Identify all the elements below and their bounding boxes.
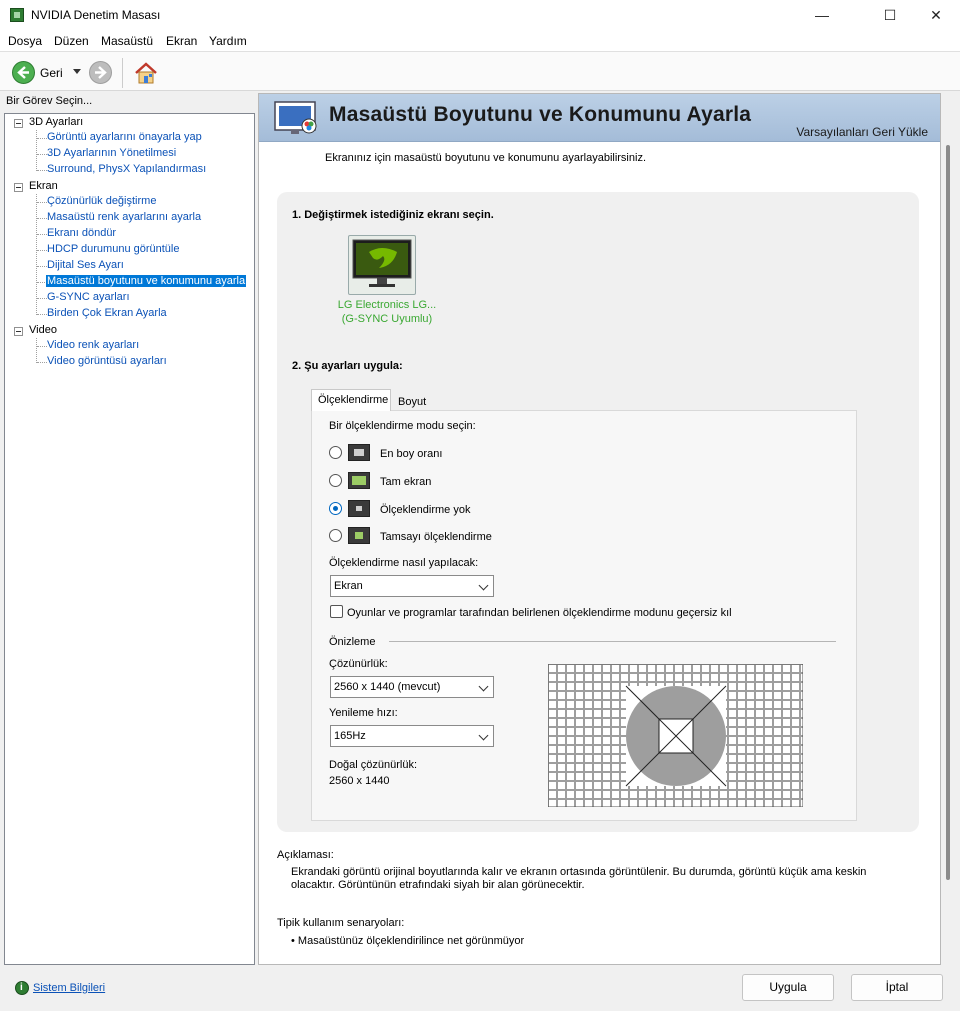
menu-duzen[interactable]: Düzen — [54, 34, 89, 48]
tree-item-rotate-display[interactable]: Ekranı döndür — [46, 227, 117, 239]
perform-scaling-select[interactable]: Ekran — [330, 575, 494, 597]
page-title: Masaüstü Boyutunu ve Konumunu Ayarla — [329, 103, 752, 126]
tree-item-change-resolution[interactable]: Çözünürlük değiştirme — [46, 195, 157, 207]
display-selector[interactable] — [348, 235, 416, 295]
refresh-rate-select[interactable]: 165Hz — [330, 725, 494, 747]
home-icon[interactable] — [133, 60, 159, 86]
display-name[interactable]: LG Electronics LG... — [323, 298, 451, 312]
close-button[interactable]: ✕ — [913, 0, 959, 31]
cancel-button[interactable]: İptal — [851, 974, 943, 1001]
task-panel-header: Bir Görev Seçin... — [6, 95, 93, 107]
chevron-down-icon — [478, 730, 489, 741]
monitor-icon — [352, 239, 412, 287]
scaling-preview-image — [548, 664, 803, 807]
refresh-rate-label: Yenileme hızı: — [329, 707, 398, 719]
perform-scaling-label: Ölçeklendirme nasıl yapılacak: — [329, 557, 479, 569]
tree-item-surround-physx[interactable]: Surround, PhysX Yapılandırması — [46, 163, 207, 175]
full-screen-icon — [348, 472, 370, 489]
chevron-down-icon — [478, 681, 489, 692]
tree-item-desktop-size-position[interactable]: Masaüstü boyutunu ve konumunu ayarla — [46, 275, 247, 287]
scaling-mode-label: Bir ölçeklendirme modu seçin: — [329, 420, 476, 432]
menu-masaustu[interactable]: Masaüstü — [101, 34, 153, 48]
tab-scaling[interactable]: Ölçeklendirme — [311, 389, 391, 411]
tab-size[interactable]: Boyut — [391, 391, 433, 411]
preview-divider — [389, 641, 836, 642]
resolution-select[interactable]: 2560 x 1440 (mevcut) — [330, 676, 494, 698]
task-tree: 3D Ayarları Görüntü ayarlarını önayarla … — [4, 113, 255, 965]
native-resolution-label: Doğal çözünürlük: — [329, 759, 418, 771]
settings-section: 1. Değiştirmek istediğiniz ekranı seçin.… — [277, 192, 919, 832]
resolution-label: Çözünürlük: — [329, 658, 388, 670]
radio-aspect-ratio[interactable] — [329, 446, 342, 459]
menu-dosya[interactable]: Dosya — [8, 34, 42, 48]
tree-item-hdcp-status[interactable]: HDCP durumunu görüntüle — [46, 243, 180, 255]
window-title: NVIDIA Denetim Masası — [31, 8, 161, 22]
no-scaling-icon — [348, 500, 370, 517]
description-line-1: Ekrandaki görüntü orijinal boyutlarında … — [291, 866, 867, 878]
label-no-scaling[interactable]: Ölçeklendirme yok — [380, 504, 470, 516]
toolbar-separator — [122, 58, 123, 88]
tree-item-digital-audio[interactable]: Dijital Ses Ayarı — [46, 259, 125, 271]
history-dropdown-icon[interactable] — [73, 69, 81, 74]
display-gsync-label[interactable]: (G-SYNC Uyumlu) — [323, 312, 451, 326]
tree-item-manage-3d[interactable]: 3D Ayarlarının Yönetilmesi — [46, 147, 177, 159]
preview-label: Önizleme — [329, 636, 376, 648]
content-panel: Masaüstü Boyutunu ve Konumunu Ayarla Var… — [258, 93, 941, 965]
usage-heading: Tipik kullanım senaryoları: — [277, 917, 405, 929]
collapse-display-icon[interactable] — [14, 183, 23, 192]
scrollbar-thumb[interactable] — [946, 145, 950, 880]
nvidia-app-icon — [10, 8, 24, 22]
step1-heading: 1. Değiştirmek istediğiniz ekranı seçin. — [292, 209, 494, 221]
label-integer-scaling[interactable]: Tamsayı ölçeklendirme — [380, 531, 492, 543]
maximize-button[interactable]: ☐ — [867, 0, 913, 31]
forward-arrow-icon[interactable] — [89, 61, 112, 84]
chevron-down-icon — [478, 580, 489, 591]
menu-ekran[interactable]: Ekran — [166, 34, 197, 48]
tree-group-display[interactable]: Ekran — [29, 180, 58, 192]
desktop-size-icon — [274, 101, 317, 134]
tree-item-multiple-displays[interactable]: Birden Çok Ekran Ayarla — [46, 307, 168, 319]
system-info-link[interactable]: Sistem Bilgileri — [33, 982, 105, 994]
minimize-button[interactable]: — — [799, 0, 845, 31]
title-bar: NVIDIA Denetim Masası — ☐ ✕ — [0, 0, 960, 31]
step2-heading: 2. Şu ayarları uygula: — [292, 360, 403, 372]
native-resolution-value: 2560 x 1440 — [329, 775, 390, 787]
back-button-label[interactable]: Geri — [40, 66, 63, 80]
menu-bar: Dosya Düzen Masaüstü Ekran Yardım — [0, 31, 960, 51]
tree-item-desktop-color[interactable]: Masaüstü renk ayarlarını ayarla — [46, 211, 202, 223]
menu-yardim[interactable]: Yardım — [209, 34, 247, 48]
override-scaling-checkbox[interactable] — [330, 605, 343, 618]
page-banner: Masaüstü Boyutunu ve Konumunu Ayarla Var… — [259, 94, 940, 142]
usage-item: • Masaüstünüz ölçeklendirilince net görü… — [291, 935, 525, 947]
override-scaling-label[interactable]: Oyunlar ve programlar tarafından belirle… — [347, 607, 732, 619]
restore-defaults-link[interactable]: Varsayılanları Geri Yükle — [796, 125, 928, 139]
label-aspect-ratio[interactable]: En boy oranı — [380, 448, 442, 460]
aspect-ratio-icon — [348, 444, 370, 461]
description-line-2: olacaktır. Görüntünün etrafındaki siyah … — [291, 879, 585, 891]
tree-item-image-presets[interactable]: Görüntü ayarlarını önayarla yap — [46, 131, 203, 143]
tree-item-video-image[interactable]: Video görüntüsü ayarları — [46, 355, 168, 367]
settings-tabs: Ölçeklendirme Boyut Bir ölçeklendirme mo… — [311, 389, 857, 821]
collapse-video-icon[interactable] — [14, 327, 23, 336]
tree-group-3d[interactable]: 3D Ayarları — [29, 116, 83, 128]
back-arrow-icon[interactable] — [12, 61, 35, 84]
toolbar: Geri — [0, 51, 960, 91]
resolution-value: 2560 x 1440 (mevcut) — [334, 681, 441, 693]
label-full-screen[interactable]: Tam ekran — [380, 476, 431, 488]
integer-scaling-icon — [348, 527, 370, 544]
tree-item-video-color[interactable]: Video renk ayarları — [46, 339, 140, 351]
apply-button[interactable]: Uygula — [742, 974, 834, 1001]
collapse-3d-icon[interactable] — [14, 119, 23, 128]
radio-full-screen[interactable] — [329, 474, 342, 487]
perform-scaling-value: Ekran — [334, 580, 363, 592]
radio-integer-scaling[interactable] — [329, 529, 342, 542]
system-info-icon[interactable] — [15, 981, 29, 995]
description-heading: Açıklaması: — [277, 849, 334, 861]
tree-group-video[interactable]: Video — [29, 324, 57, 336]
tab-content-scaling: Bir ölçeklendirme modu seçin: En boy ora… — [311, 410, 857, 821]
tree-item-gsync[interactable]: G-SYNC ayarları — [46, 291, 131, 303]
radio-no-scaling[interactable] — [329, 502, 342, 515]
refresh-rate-value: 165Hz — [334, 730, 366, 742]
page-intro: Ekranınız için masaüstü boyutunu ve konu… — [325, 152, 646, 164]
